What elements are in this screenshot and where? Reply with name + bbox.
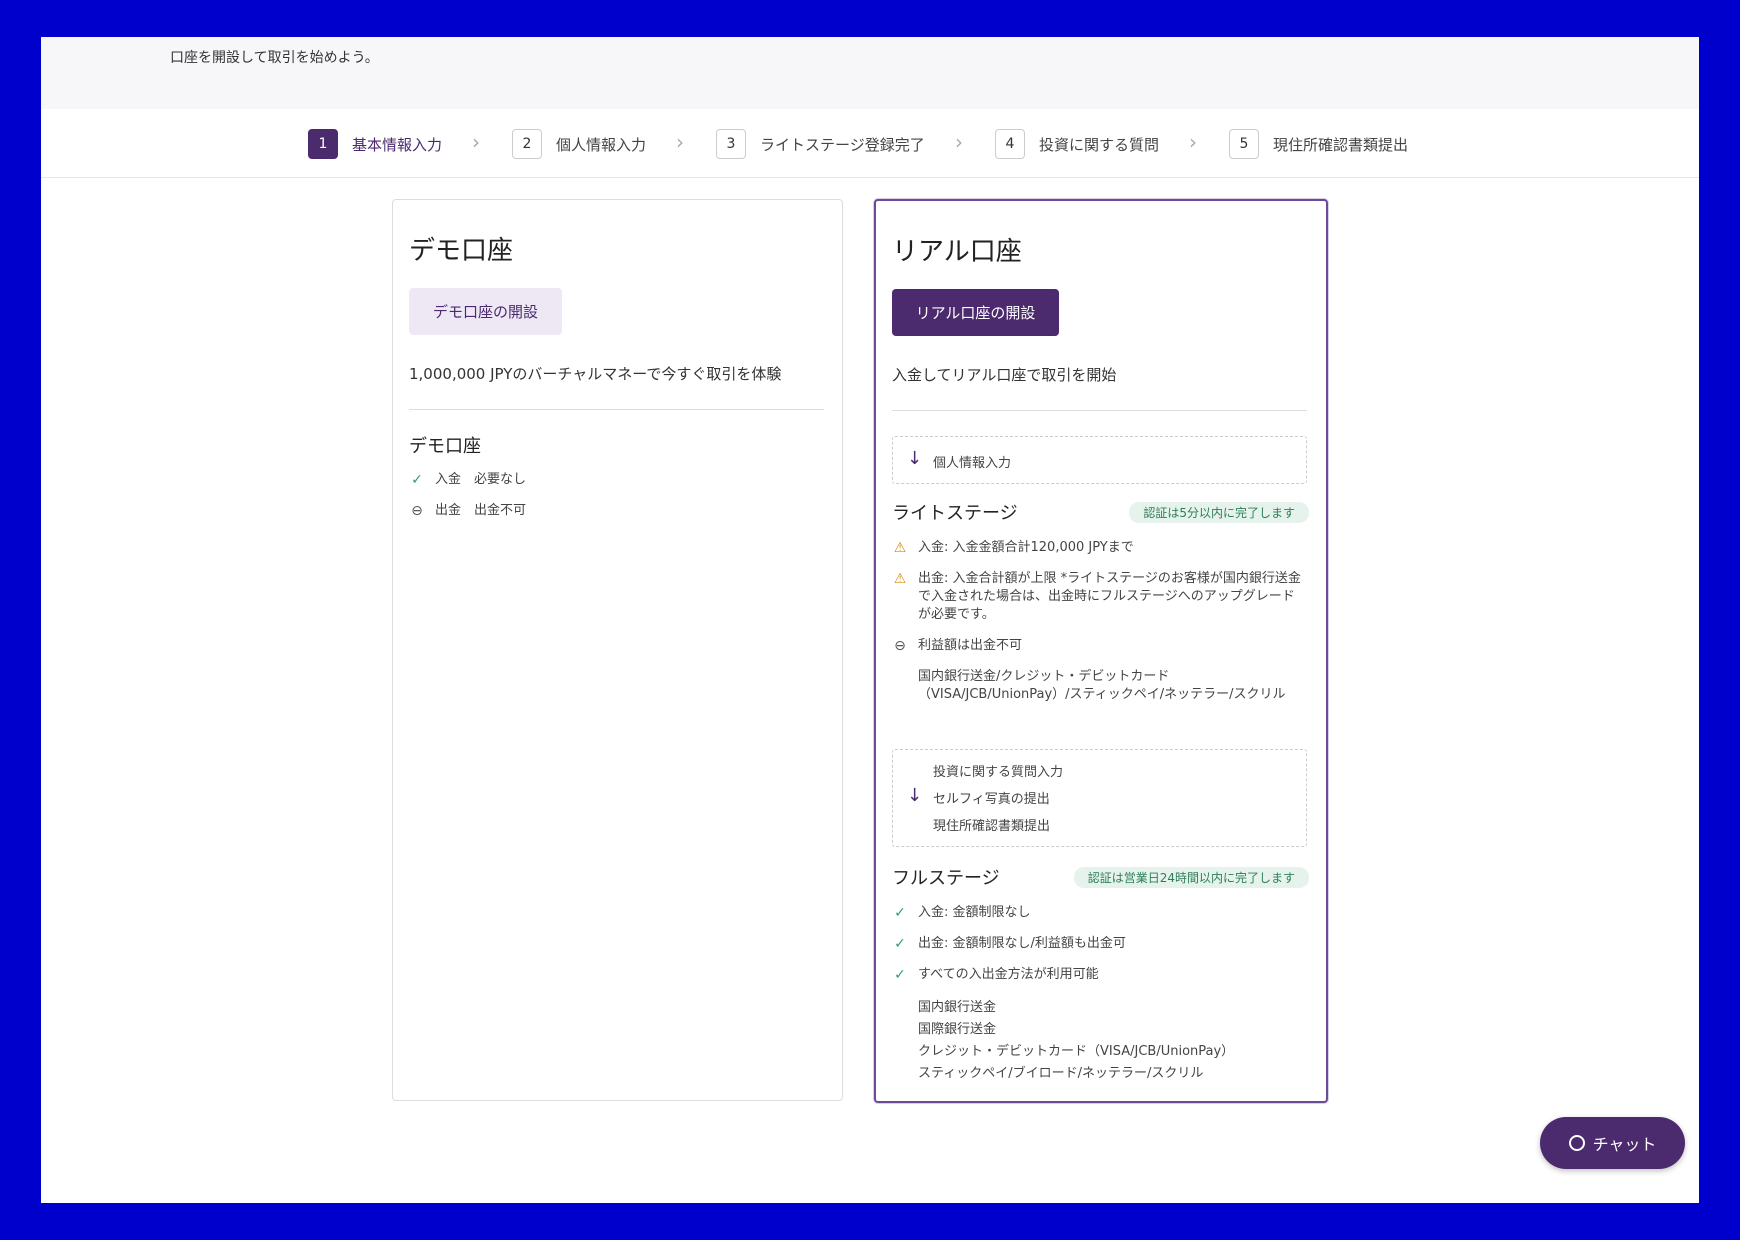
chat-bubble-icon (1568, 1135, 1585, 1151)
step-number: 3 (716, 129, 746, 159)
real-account-card: リアル口座 リアル口座の開設 入金してリアル口座で取引を開始 ↓ 個人情報入力 … (874, 199, 1328, 1103)
lite-withdraw-limit: ⚠ 出金: 入金合計額が上限 *ライトステージのお客様が国内銀行送金で入金された… (893, 571, 1301, 622)
step-label: 現住所確認書類提出 (1273, 135, 1409, 154)
personal-info-step-box: ↓ 個人情報入力 (892, 436, 1307, 484)
step-number: 5 (1229, 129, 1259, 159)
chevron-right-icon: › (472, 130, 480, 154)
top-bar: 口座を開設して取引を始めよう。 (41, 37, 1699, 109)
real-description: 入金してリアル口座で取引を開始 (892, 366, 1117, 384)
step-number: 1 (308, 129, 338, 159)
registration-stepper: 1 基本情報入力 › 2 個人情報入力 › 3 ライトステージ登録完了 › 4 … (41, 109, 1699, 178)
chevron-right-icon: › (955, 130, 963, 154)
lite-stage-badge: 認証は5分以内に完了します (1129, 502, 1309, 523)
full-stage-steps-box: ↓ 投資に関する質問入力 セルフィ写真の提出 現住所確認書類提出 (892, 749, 1307, 847)
open-real-account-button[interactable]: リアル口座の開設 (892, 289, 1059, 336)
step-label: 個人情報入力 (556, 135, 647, 154)
intro-text: 口座を開設して取引を始めよう。 (170, 50, 379, 66)
open-demo-account-button[interactable]: デモ口座の開設 (409, 288, 562, 335)
step-investment-questions: 投資に関する質問入力 (933, 765, 1064, 780)
step-label: ライトステージ登録完了 (760, 135, 925, 154)
full-payment-methods: 国内銀行送金 国際銀行送金 クレジット・デビットカード（VISA/JCB/Uni… (918, 1000, 1235, 1081)
minus-circle-icon: ⊖ (894, 638, 906, 654)
full-stage-title: フルステージ (892, 868, 1000, 889)
step-number: 4 (995, 129, 1025, 159)
step-label: 投資に関する質問 (1039, 135, 1160, 154)
step-selfie: セルフィ写真の提出 (933, 792, 1050, 807)
chat-label: チャット (1592, 1135, 1657, 1154)
arrow-down-icon: ↓ (907, 448, 923, 469)
demo-section-title: デモ口座 (409, 436, 481, 457)
check-icon: ✓ (894, 967, 906, 983)
demo-description: 1,000,000 JPYのバーチャルマネーで今すぐ取引を体験 (409, 365, 782, 383)
full-withdraw: ✓ 出金: 金額制限なし/利益額も出金可 (892, 935, 1126, 953)
chat-button[interactable]: チャット (1540, 1117, 1685, 1169)
step-1[interactable]: 1 基本情報入力 (308, 128, 442, 160)
demo-feature-deposit: ✓ 入金 必要なし (409, 471, 526, 489)
step-number: 2 (512, 129, 542, 159)
full-stage-badge: 認証は営業日24時間以内に完了します (1073, 867, 1309, 888)
check-icon: ✓ (894, 905, 906, 921)
lite-stage-title: ライトステージ (892, 503, 1018, 524)
demo-card-title: デモ口座 (409, 236, 514, 266)
step-address-proof: 現住所確認書類提出 (933, 819, 1051, 834)
step-label: 基本情報入力 (352, 135, 443, 154)
demo-feature-withdraw: ⊖ 出金 出金不可 (409, 502, 526, 520)
page-frame: 口座を開設して取引を始めよう。 1 基本情報入力 › 2 個人情報入力 › 3 … (41, 37, 1699, 1203)
check-icon: ✓ (411, 472, 423, 488)
chevron-right-icon: › (1189, 130, 1197, 154)
real-card-title: リアル口座 (892, 237, 1022, 267)
lite-deposit-limit: ⚠ 入金: 入金金額合計120,000 JPYまで (893, 540, 1134, 556)
step-2[interactable]: 2 個人情報入力 (512, 128, 646, 160)
chevron-right-icon: › (676, 130, 684, 154)
step-5[interactable]: 5 現住所確認書類提出 (1229, 128, 1408, 160)
step-personal-info: 個人情報入力 (933, 456, 1012, 471)
full-all-methods: ✓ すべての入出金方法が利用可能 (892, 966, 1098, 984)
check-icon: ✓ (894, 936, 906, 952)
warning-icon: ⚠ (893, 571, 907, 587)
minus-circle-icon: ⊖ (411, 503, 423, 519)
step-3[interactable]: 3 ライトステージ登録完了 (716, 128, 925, 160)
step-4[interactable]: 4 投資に関する質問 (995, 128, 1159, 160)
warning-icon: ⚠ (893, 540, 907, 556)
full-deposit: ✓ 入金: 金額制限なし (892, 904, 1030, 922)
divider (409, 409, 824, 410)
arrow-down-icon: ↓ (907, 785, 923, 806)
lite-profit-rule: ⊖ 利益額は出金不可 (892, 637, 1307, 655)
demo-account-card: デモ口座 デモ口座の開設 1,000,000 JPYのバーチャルマネーで今すぐ取… (392, 199, 843, 1101)
lite-payment-methods: 国内銀行送金/クレジット・デビットカード （VISA/JCB/UnionPay）… (918, 669, 1286, 702)
divider (892, 410, 1307, 411)
